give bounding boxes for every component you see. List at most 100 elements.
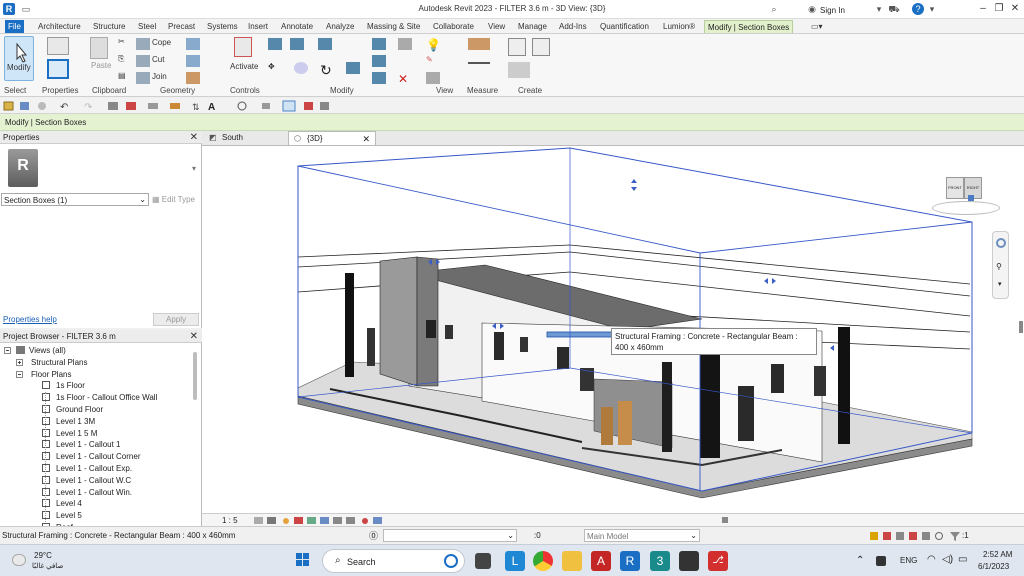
join-icon[interactable] <box>136 72 150 84</box>
join-button[interactable]: Join <box>152 72 167 81</box>
apply-button[interactable]: Apply <box>153 313 199 326</box>
weather-desc[interactable]: صافي غالبًا <box>32 562 63 570</box>
split-icon[interactable] <box>372 38 386 50</box>
view-cube-front[interactable]: FRONT <box>946 177 964 199</box>
bing-icon[interactable] <box>444 554 458 568</box>
language-indicator[interactable]: ENG <box>900 556 917 565</box>
move-icon[interactable]: ✥ <box>268 62 286 80</box>
tab-quantification[interactable]: Quantification <box>597 20 652 33</box>
rotate-icon[interactable]: ↻ <box>320 62 334 78</box>
browser-scrollbar[interactable] <box>193 352 197 400</box>
ribbon-options-icon[interactable]: ▭▾ <box>808 20 826 33</box>
paint-icon[interactable] <box>186 72 200 84</box>
delete-icon[interactable]: ✕ <box>398 72 412 86</box>
close-icon[interactable]: ✕ <box>362 132 370 146</box>
view-scale[interactable]: 1 : 5 <box>222 516 238 525</box>
quick-access-icons[interactable]: ↶ ↷ ⇅ A <box>0 98 360 114</box>
view-tab-3d[interactable]: ⬡ {3D} ✕ <box>288 131 376 145</box>
offset-icon[interactable] <box>290 38 304 50</box>
horizontal-scrollbar-thumb[interactable] <box>722 517 728 523</box>
battery-icon[interactable]: ▭ <box>958 554 967 565</box>
cart-icon[interactable]: ⛟ <box>888 3 900 15</box>
task-view-icon[interactable] <box>475 553 491 569</box>
tab-structure[interactable]: Structure <box>90 20 128 33</box>
rhino-app-icon[interactable] <box>679 551 699 571</box>
help-icon[interactable]: ? <box>912 3 924 15</box>
chrome-app-icon[interactable] <box>533 551 553 571</box>
create-assembly-icon[interactable] <box>508 38 526 56</box>
chevron-down-icon[interactable]: ▾ <box>926 3 938 15</box>
tab-collaborate[interactable]: Collaborate <box>430 20 477 33</box>
split-face-icon[interactable] <box>186 55 200 67</box>
view-cube[interactable]: FRONT RIGHT <box>932 171 1002 221</box>
cope-button[interactable]: Cope <box>152 38 171 47</box>
search-icon[interactable]: ⌕ <box>768 3 780 15</box>
create-group-icon[interactable] <box>508 62 530 78</box>
type-selector[interactable]: Section Boxes (1) ⌄ <box>1 193 149 206</box>
collapse-icon[interactable] <box>16 370 23 378</box>
tab-lumion[interactable]: Lumion® <box>660 20 698 33</box>
array-icon[interactable] <box>372 55 386 67</box>
match-type-icon[interactable]: ▤ <box>118 71 126 80</box>
tray-app-icon[interactable] <box>876 556 886 566</box>
minimize-button[interactable]: – <box>976 2 990 16</box>
cope-icon[interactable] <box>136 38 150 50</box>
tab-manage[interactable]: Manage <box>515 20 550 33</box>
revit-app-icon[interactable]: R <box>620 551 640 571</box>
activate-icon[interactable] <box>234 37 252 57</box>
collapse-icon[interactable] <box>4 347 11 354</box>
file-explorer-icon[interactable] <box>562 551 582 571</box>
properties-help-link[interactable]: Properties help <box>3 315 57 324</box>
user-icon[interactable]: ◉ <box>806 3 818 15</box>
tab-insert[interactable]: Insert <box>245 20 271 33</box>
restore-button[interactable]: ❐ <box>992 2 1006 16</box>
autocad-app-icon[interactable]: A <box>591 551 611 571</box>
create-parts-icon[interactable] <box>532 38 550 56</box>
tab-precast[interactable]: Precast <box>165 20 198 33</box>
tab-systems[interactable]: Systems <box>204 20 241 33</box>
copy-icon[interactable] <box>294 62 308 74</box>
hide-icon[interactable]: 💡 <box>426 38 441 52</box>
cut-button[interactable]: Cut <box>152 55 164 64</box>
activate-button[interactable]: Activate <box>230 62 258 71</box>
chevron-down-icon[interactable]: ▾ <box>192 164 196 173</box>
weather-icon[interactable] <box>12 554 26 566</box>
start-icon[interactable] <box>296 553 310 567</box>
panel-select[interactable]: Select <box>4 86 26 95</box>
steering-wheel-icon[interactable] <box>996 238 1006 248</box>
cut-geometry-icon[interactable] <box>136 55 150 67</box>
tab-analyze[interactable]: Analyze <box>323 20 357 33</box>
help-icon[interactable]: ⓪ <box>369 529 378 542</box>
taskbar-search[interactable]: ⌕ Search <box>322 549 465 573</box>
properties-icon[interactable] <box>47 37 69 55</box>
paste-icon[interactable] <box>90 37 108 59</box>
tab-steel[interactable]: Steel <box>135 20 159 33</box>
wifi-icon[interactable]: ◠ <box>927 554 936 565</box>
chevron-down-icon[interactable]: ▾ <box>873 3 885 15</box>
tab-modify-section-boxes[interactable]: Modify | Section Boxes <box>704 20 794 33</box>
chevron-down-icon[interactable]: ▾ <box>998 280 1002 288</box>
tab-view[interactable]: View <box>485 20 508 33</box>
cut-clip-icon[interactable]: ✂ <box>118 37 125 46</box>
volume-icon[interactable]: ◁) <box>942 554 953 565</box>
tab-annotate[interactable]: Annotate <box>278 20 316 33</box>
workset-selector[interactable]: ⌄ <box>383 529 517 542</box>
close-button[interactable]: ✕ <box>1008 2 1022 16</box>
viewport-scrollbar[interactable] <box>1019 321 1023 333</box>
chevron-up-icon[interactable]: ⌃ <box>856 555 864 566</box>
type-properties-icon[interactable] <box>47 59 69 79</box>
edit-type-button[interactable]: ▦ Edit Type <box>152 193 199 206</box>
model-selector[interactable]: Main Model ⌄ <box>584 529 700 542</box>
zoom-icon[interactable]: ⚲ <box>996 262 1002 271</box>
copy-clip-icon[interactable]: ⎘ <box>118 54 124 64</box>
expand-icon[interactable] <box>16 358 23 366</box>
override-icon[interactable]: ✎ <box>426 55 440 67</box>
drawing-area[interactable]: ◩ South ⬡ {3D} ✕ Structural Framing: Co… <box>202 131 1024 526</box>
clock-time[interactable]: 2:52 AM <box>983 550 1012 559</box>
mirror-icon[interactable] <box>318 38 332 50</box>
wall-join-icon[interactable] <box>186 38 200 50</box>
trim-icon[interactable] <box>346 62 360 74</box>
view-tab-south[interactable]: ◩ South <box>204 131 284 145</box>
tab-file[interactable]: File <box>5 20 24 33</box>
tab-add-ins[interactable]: Add-Ins <box>556 20 590 33</box>
